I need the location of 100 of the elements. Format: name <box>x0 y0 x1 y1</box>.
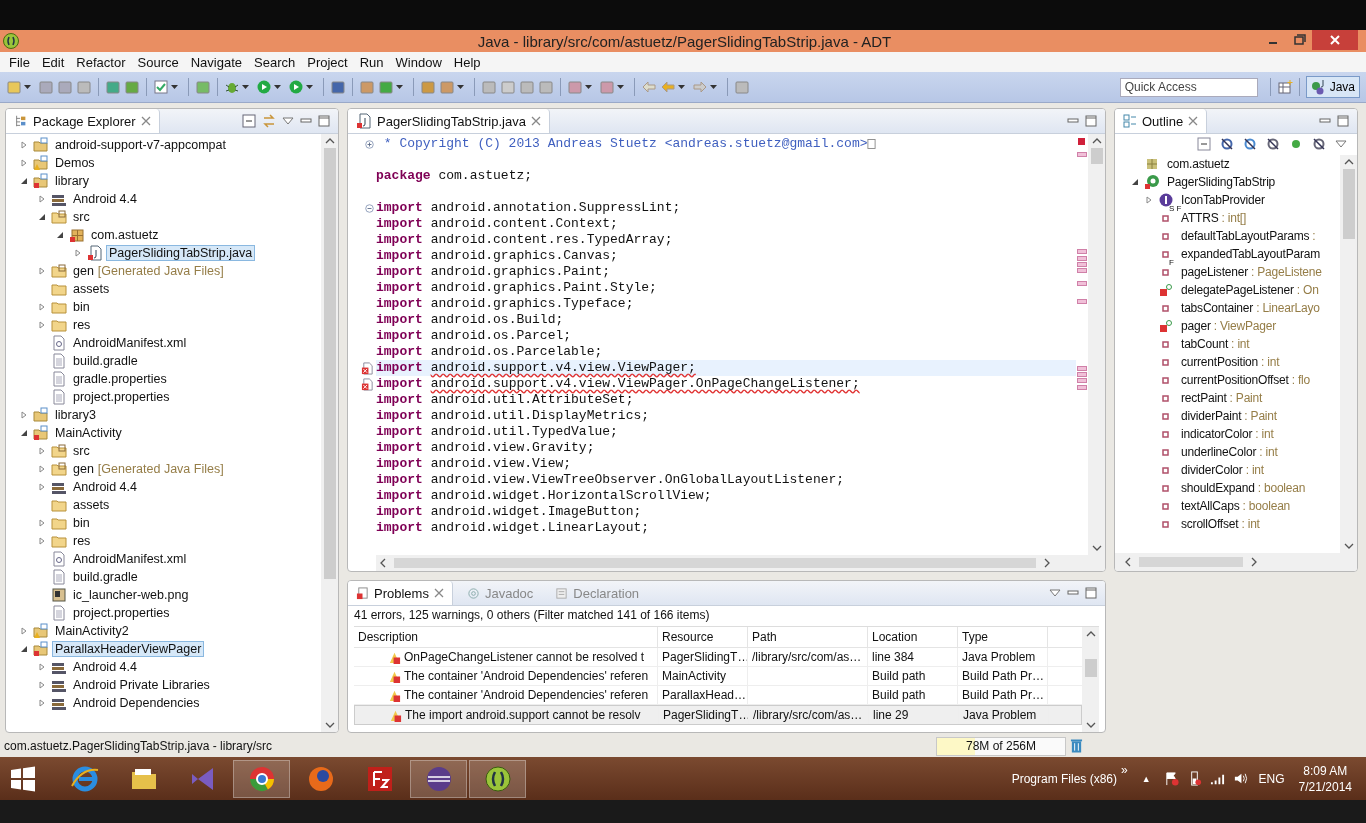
menu-item[interactable]: Refactor <box>70 54 132 70</box>
outline-item[interactable]: pageListener : PageListene <box>1181 265 1322 279</box>
scroll-left-icon[interactable] <box>380 558 386 568</box>
toolbar-label[interactable]: Program Files (x86) <box>1011 771 1117 786</box>
tree-item[interactable]: android-support-v7-appcompat <box>52 137 229 153</box>
dropdown-arrow-icon[interactable] <box>585 85 592 89</box>
collapse-all-icon[interactable] <box>242 114 256 128</box>
tree-item[interactable]: ic_launcher-web.png <box>70 587 192 603</box>
tree-item[interactable]: bin <box>70 515 93 531</box>
outline-item[interactable]: delegatePageListener : On <box>1181 283 1319 297</box>
menu-item[interactable]: Help <box>447 54 487 70</box>
tree-item[interactable]: MainActivity <box>52 425 125 441</box>
collapse-fold-icon[interactable] <box>365 203 374 213</box>
sort-icon[interactable] <box>1220 137 1234 151</box>
collapse-all-icon[interactable] <box>1197 137 1211 151</box>
clock-date[interactable]: 7/21/2014 <box>1298 778 1352 795</box>
scroll-up-icon[interactable] <box>1085 631 1096 637</box>
menu-item[interactable]: Navigate <box>184 54 248 70</box>
dropdown-arrow-icon[interactable] <box>306 85 313 89</box>
menu-item[interactable]: Window <box>389 54 448 70</box>
outline-item[interactable]: shouldExpand : boolean <box>1181 481 1306 495</box>
maximize-icon[interactable] <box>1085 587 1097 599</box>
outline-item[interactable]: scrollOffset : int <box>1181 517 1260 531</box>
close-icon[interactable] <box>1188 116 1199 126</box>
scroll-bar[interactable] <box>1340 155 1357 553</box>
maximize-icon[interactable] <box>1085 115 1097 127</box>
close-icon[interactable] <box>140 116 151 126</box>
toolbar-icon[interactable] <box>359 79 375 95</box>
error-marker-icon[interactable] <box>361 377 374 391</box>
tree-item[interactable]: gen [Generated Java Files] <box>70 461 227 477</box>
volume-icon[interactable] <box>1232 771 1248 786</box>
scroll-bar[interactable] <box>1082 627 1099 732</box>
tree-item[interactable]: library <box>52 173 93 189</box>
windows-logo-icon[interactable] <box>10 765 36 792</box>
toolbar-icon[interactable] <box>195 79 211 95</box>
close-icon[interactable] <box>530 116 541 126</box>
scroll-right-icon[interactable] <box>1043 558 1050 568</box>
column-header[interactable]: Location <box>868 627 958 647</box>
scroll-bar[interactable] <box>376 555 1105 571</box>
tree-item[interactable]: build.gradle <box>70 569 141 585</box>
taskbar-app-button[interactable] <box>469 759 526 798</box>
scroll-down-icon[interactable] <box>1091 545 1102 551</box>
toolbar-icon[interactable] <box>734 79 750 95</box>
scroll-bar[interactable] <box>321 134 338 732</box>
scroll-up-icon[interactable] <box>324 138 335 144</box>
toolbar-icon[interactable] <box>330 79 346 95</box>
tree-item[interactable]: assets <box>70 281 113 297</box>
tree-item[interactable]: Android 4.4 <box>70 479 140 495</box>
filter-icon[interactable] <box>1266 137 1280 151</box>
outline-item[interactable]: IconTabProvider <box>1181 193 1265 207</box>
tree-item[interactable]: Demos <box>52 155 98 171</box>
scroll-thumb[interactable] <box>1084 659 1097 677</box>
outline-item[interactable]: expandedTabLayoutParam <box>1181 247 1321 261</box>
scroll-bar[interactable] <box>1088 134 1105 555</box>
outline-item[interactable]: tabCount : int <box>1181 337 1250 351</box>
toolbar-icon[interactable] <box>641 79 657 95</box>
tree-item[interactable]: gen [Generated Java Files] <box>70 263 227 279</box>
column-header[interactable]: Resource <box>658 627 748 647</box>
dropdown-arrow-icon[interactable] <box>396 85 403 89</box>
tree-item[interactable]: build.gradle <box>70 353 141 369</box>
scroll-down-icon[interactable] <box>324 722 335 728</box>
view-menu-icon[interactable] <box>1335 140 1347 148</box>
scroll-thumb[interactable] <box>1342 169 1355 239</box>
outline-item[interactable]: rectPaint : Paint <box>1181 391 1263 405</box>
scroll-up-icon[interactable] <box>1343 159 1354 165</box>
expand-arrow-icon[interactable] <box>38 213 46 221</box>
expand-arrow-icon[interactable] <box>20 429 28 437</box>
toolbar-icon[interactable] <box>57 79 73 95</box>
tree-item[interactable]: Android Dependencies <box>70 695 203 711</box>
tree-item[interactable]: project.properties <box>70 389 173 405</box>
outline-item[interactable]: textAllCaps : boolean <box>1181 499 1291 513</box>
toolbar-icon[interactable] <box>76 79 92 95</box>
maximize-icon[interactable] <box>1337 115 1349 127</box>
scroll-bar[interactable] <box>1115 553 1357 571</box>
tree-item[interactable]: library3 <box>52 407 99 423</box>
expand-fold-icon[interactable] <box>365 139 374 149</box>
column-header[interactable]: Description <box>354 627 658 647</box>
dropdown-arrow-icon[interactable] <box>710 85 717 89</box>
view-menu-icon[interactable] <box>282 117 294 125</box>
quick-access-field[interactable]: Quick Access <box>1119 77 1258 97</box>
tree-item[interactable]: src <box>70 443 93 459</box>
perspective-button[interactable]: Java <box>1305 76 1360 98</box>
outline-item[interactable]: tabsContainer : LinearLayo <box>1181 301 1320 315</box>
toolbar-icon[interactable] <box>481 79 497 95</box>
taskbar-app-button[interactable] <box>233 759 290 798</box>
menu-item[interactable]: Search <box>248 54 302 70</box>
dropdown-arrow-icon[interactable] <box>24 85 31 89</box>
tree-item[interactable]: ParallaxHeaderViewPager <box>52 641 205 657</box>
scroll-left-icon[interactable] <box>1125 557 1131 567</box>
toolbar-icon[interactable] <box>38 79 54 95</box>
expand-arrow-icon[interactable] <box>20 645 28 653</box>
outline-item[interactable]: underlineColor : int <box>1181 445 1278 459</box>
outline-item[interactable]: indicatorColor : int <box>1181 427 1274 441</box>
menu-item[interactable]: Edit <box>35 54 71 70</box>
expand-arrow-icon[interactable] <box>1131 178 1139 186</box>
scroll-up-icon[interactable] <box>1091 138 1102 144</box>
tree-item[interactable]: com.astuetz <box>88 227 162 243</box>
scroll-thumb[interactable] <box>1090 148 1103 164</box>
toolbar-icon[interactable] <box>538 79 554 95</box>
filter-icon[interactable] <box>1243 137 1257 151</box>
